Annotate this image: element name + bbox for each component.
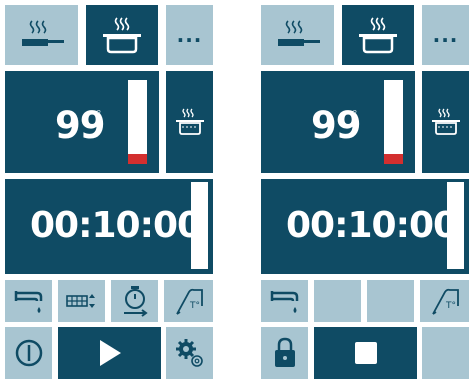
steaming-pot-icon	[431, 108, 460, 135]
play-icon	[99, 340, 121, 366]
water-tap-button[interactable]	[261, 280, 308, 322]
lock-button[interactable]	[261, 327, 308, 379]
settings-button[interactable]	[166, 327, 213, 379]
water-tap-icon	[270, 291, 298, 313]
program-button[interactable]	[166, 71, 213, 173]
grid-heat-icon	[65, 294, 95, 308]
steaming-pot-icon	[175, 108, 204, 135]
temperature-gauge	[384, 80, 403, 164]
core-probe-button[interactable]: T°	[420, 280, 469, 322]
timer-gauge	[191, 182, 208, 269]
temperature-unit: °	[352, 108, 358, 121]
power-button[interactable]	[5, 327, 52, 379]
settings-gears-icon	[175, 339, 203, 367]
cooking-pot-steam-icon	[359, 17, 397, 54]
water-tap-button[interactable]	[5, 280, 52, 322]
lock-icon	[274, 337, 295, 367]
more-dots-icon: ...	[176, 23, 203, 47]
stop-button[interactable]	[314, 327, 417, 379]
more-dots-icon: ...	[432, 23, 459, 47]
temperature-unit: °	[96, 108, 102, 121]
pot-mode-button[interactable]	[342, 5, 414, 65]
program-button[interactable]	[422, 71, 469, 173]
frying-pan-steam-icon	[277, 20, 320, 46]
core-probe-icon: T°	[175, 288, 203, 315]
temperature-gauge	[128, 80, 147, 164]
stop-icon	[354, 342, 377, 364]
right-control-panel: ... 99 ° 00:10:00 T°	[256, 0, 469, 379]
timer-value: 00:10:00	[286, 205, 458, 246]
grid-heat-button[interactable]	[58, 280, 105, 322]
timer-display[interactable]: 00:10:00	[261, 179, 469, 274]
timer-display[interactable]: 00:10:00	[5, 179, 213, 274]
start-button[interactable]	[58, 327, 161, 379]
timer-gauge	[447, 182, 464, 269]
cooking-pot-steam-icon	[103, 17, 141, 54]
temperature-display[interactable]: 99 °	[261, 71, 415, 173]
core-probe-button[interactable]: T°	[164, 280, 213, 322]
temperature-gauge-fill	[384, 153, 403, 164]
empty-control-slot	[314, 280, 361, 322]
svg-text:T°: T°	[189, 301, 200, 311]
more-button[interactable]: ...	[422, 5, 469, 65]
frying-pan-steam-icon	[21, 20, 64, 46]
empty-control-slot	[422, 327, 469, 379]
temperature-display[interactable]: 99 °	[5, 71, 159, 173]
timer-start-icon	[123, 286, 148, 317]
timer-start-button[interactable]	[111, 280, 158, 322]
pot-mode-button[interactable]	[86, 5, 158, 65]
svg-text:T°: T°	[445, 301, 456, 311]
power-icon	[15, 339, 42, 367]
timer-value: 00:10:00	[30, 205, 202, 246]
more-button[interactable]: ...	[166, 5, 213, 65]
pan-mode-button[interactable]	[5, 5, 78, 65]
core-probe-icon: T°	[431, 288, 459, 315]
temperature-gauge-fill	[128, 153, 147, 164]
water-tap-icon	[14, 291, 42, 313]
empty-control-slot	[367, 280, 414, 322]
pan-mode-button[interactable]	[261, 5, 334, 65]
left-control-panel: ... 99 ° 00:10:00 T°	[0, 0, 213, 379]
